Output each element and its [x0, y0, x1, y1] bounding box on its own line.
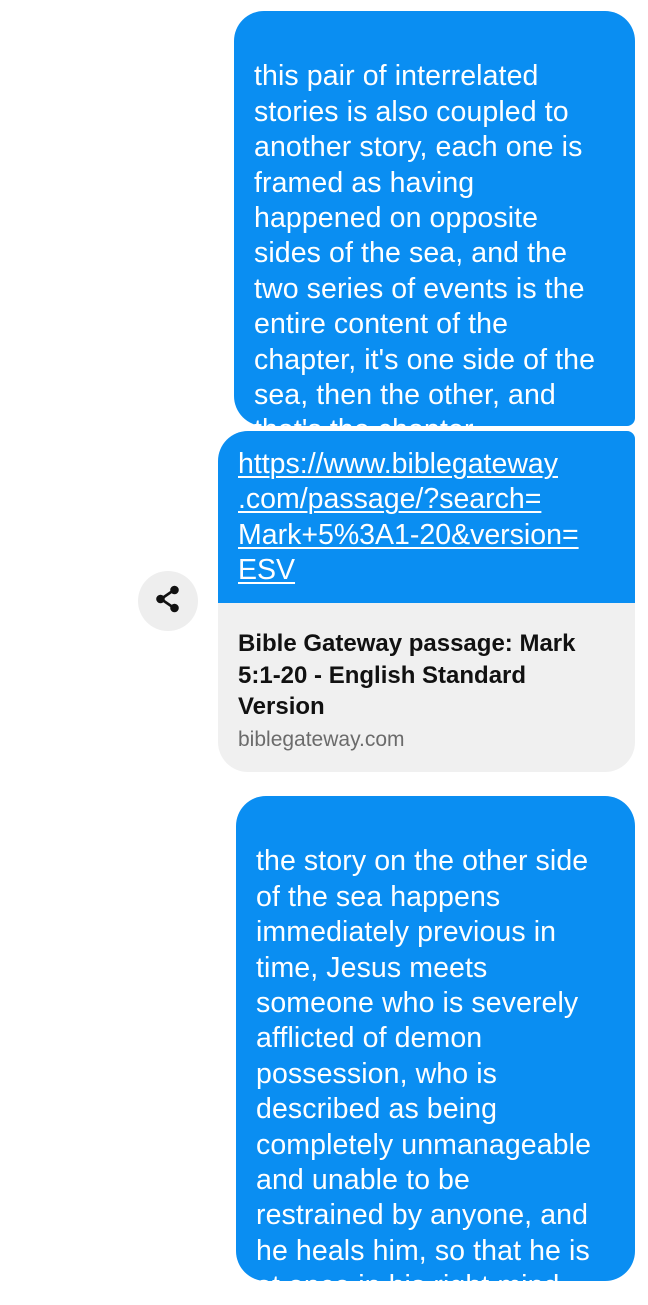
message-bubble[interactable]: this pair of interrelated stories is als…: [234, 11, 635, 446]
share-icon: [155, 585, 181, 618]
message-bubble[interactable]: the story on the other side of the sea h…: [236, 796, 635, 1302]
message-text: this pair of interrelated stories is als…: [254, 60, 596, 446]
share-button[interactable]: [138, 571, 198, 631]
link-preview-title: Bible Gateway passage: Mark 5:1-20 - Eng…: [238, 630, 576, 720]
link-url[interactable]: https://www.biblegateway .com/passage/?s…: [238, 447, 625, 589]
link-message[interactable]: https://www.biblegateway .com/passage/?s…: [218, 431, 635, 772]
link-url-area[interactable]: https://www.biblegateway .com/passage/?s…: [218, 431, 635, 603]
link-preview-domain: biblegateway.com: [238, 727, 405, 751]
message-text: the story on the other side of the sea h…: [256, 845, 592, 1303]
link-preview[interactable]: Bible Gateway passage: Mark 5:1-20 - Eng…: [218, 603, 635, 754]
